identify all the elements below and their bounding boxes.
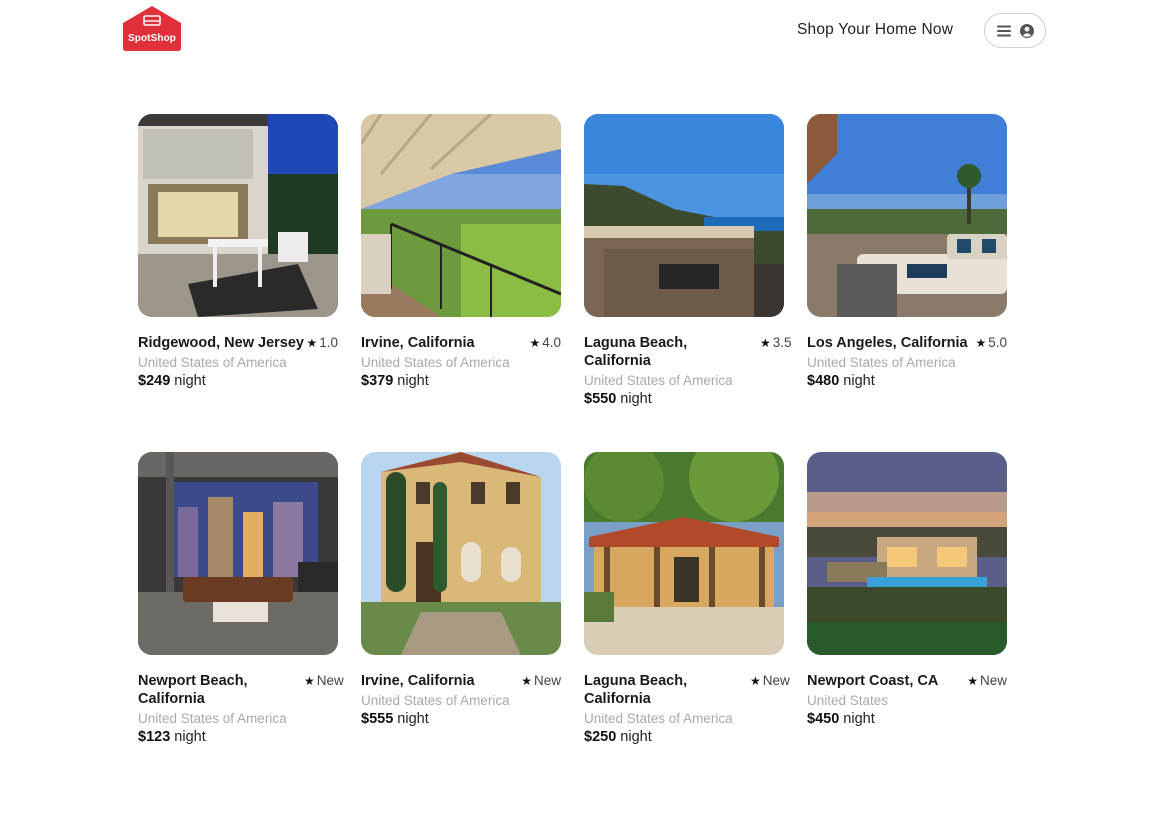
listing-country: United States of America [584, 373, 733, 388]
listing-card[interactable]: Laguna Beach, California ★ New United Sta… [584, 452, 790, 746]
listing-card[interactable]: Newport Coast, CA ★ New United States $45… [807, 452, 1007, 728]
logo-text: SpotShop [127, 33, 176, 44]
rooftop-lounge-image [807, 114, 1007, 317]
listing-rating: ★ 4.0 [529, 335, 561, 350]
balcony-view-image [361, 114, 561, 317]
listing-city: Los Angeles, California [807, 335, 968, 351]
hacienda-house-image [584, 452, 784, 655]
listing-card[interactable]: Irvine, California ★ 4.0 United States of… [361, 114, 561, 390]
listing-price: $249 night [138, 373, 206, 389]
listing-city: Irvine, California [361, 673, 475, 689]
star-icon: ★ [529, 336, 541, 350]
listing-city: Ridgewood, New Jersey [138, 335, 304, 351]
listing-country: United States of America [138, 711, 287, 726]
star-icon: ★ [521, 674, 532, 688]
listing-city: Newport Coast, CA [807, 673, 939, 689]
star-icon: ★ [304, 674, 315, 688]
house-patio-night-image [138, 114, 338, 317]
listing-rating: ★ 3.5 [760, 335, 792, 350]
listing-price: $550 night [584, 391, 652, 407]
listing-price: $250 night [584, 729, 652, 745]
listing-photo[interactable] [361, 114, 561, 317]
listing-price: $555 night [361, 711, 429, 727]
ocean-view-rooftop-image [584, 114, 784, 317]
listing-price: $450 night [807, 711, 875, 727]
city-loft-living-room-image [138, 452, 338, 655]
listing-card[interactable]: Irvine, California ★ New United States of… [361, 452, 561, 728]
star-icon: ★ [760, 336, 771, 350]
listing-photo[interactable] [584, 114, 784, 317]
listing-country: United States of America [807, 355, 956, 370]
listing-city: Irvine, California [361, 335, 475, 351]
listing-rating: ★ 1.0 [306, 335, 338, 350]
listing-country: United States of America [138, 355, 287, 370]
listing-price: $123 night [138, 729, 206, 745]
listing-city: Newport Beach, California [138, 673, 248, 707]
listing-card[interactable]: Laguna Beach, California ★ 3.5 United Sta… [584, 114, 792, 408]
profile-menu-button[interactable] [984, 13, 1046, 48]
listing-photo[interactable] [807, 114, 1007, 317]
listing-rating: ★ New [750, 673, 790, 688]
tuscan-house-image [361, 452, 561, 655]
shop-home-link[interactable]: Shop Your Home Now [797, 21, 953, 39]
spotshop-logo[interactable]: SpotShop [119, 5, 185, 51]
listing-rating: ★ New [967, 673, 1007, 688]
star-icon: ★ [975, 336, 987, 350]
listing-photo[interactable] [138, 452, 338, 655]
listing-card[interactable]: Los Angeles, California ★ 5.0 United Stat… [807, 114, 1007, 390]
listing-city: Laguna Beach, California [584, 335, 688, 369]
listing-country: United States of America [361, 693, 510, 708]
hamburger-icon [996, 25, 1011, 37]
listing-photo[interactable] [584, 452, 784, 655]
listing-rating: ★ New [304, 673, 344, 688]
user-circle-icon [1019, 23, 1034, 38]
listing-city: Laguna Beach, California [584, 673, 688, 707]
listing-rating: ★ New [521, 673, 561, 688]
estate-at-dusk-image [807, 452, 1007, 655]
listing-country: United States of America [584, 711, 733, 726]
listing-photo[interactable] [361, 452, 561, 655]
listing-card[interactable]: Newport Beach, California ★ New United St… [138, 452, 344, 746]
listing-price: $480 night [807, 373, 875, 389]
house-logo-icon [123, 6, 181, 51]
listing-price: $379 night [361, 373, 429, 389]
star-icon: ★ [967, 674, 978, 688]
listing-country: United States [807, 693, 889, 708]
listing-photo[interactable] [807, 452, 1007, 655]
star-icon: ★ [750, 674, 761, 688]
star-icon: ★ [306, 336, 318, 350]
listing-card[interactable]: Ridgewood, New Jersey ★ 1.0 United States… [138, 114, 338, 390]
listing-rating: ★ 5.0 [975, 335, 1007, 350]
listing-photo[interactable] [138, 114, 338, 317]
listing-country: United States of America [361, 355, 510, 370]
